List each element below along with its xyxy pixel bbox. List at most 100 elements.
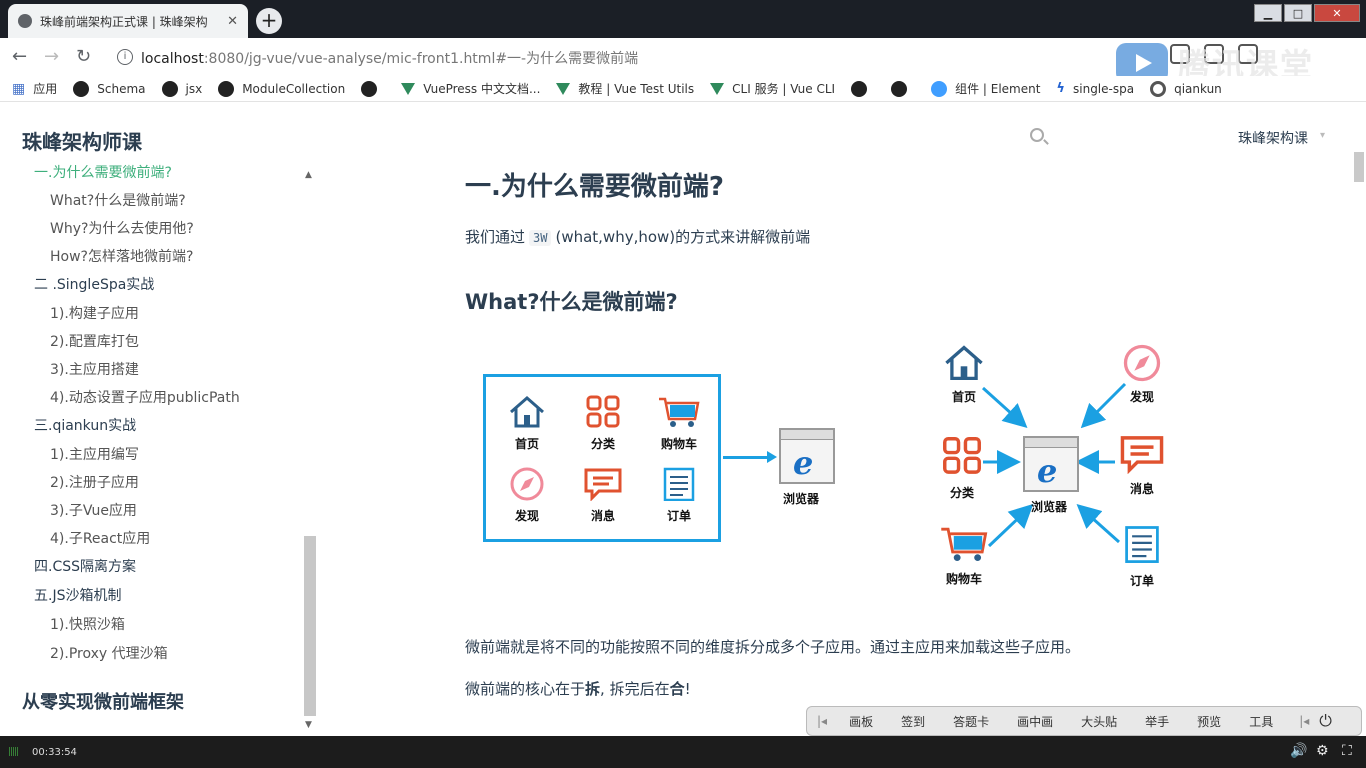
settings-gear-icon[interactable]: ⚙ (1316, 743, 1329, 759)
github-icon (161, 80, 178, 97)
hub-category-item: 分类 (927, 434, 997, 501)
cart-item: 购物车 (644, 395, 714, 452)
bookmark-github[interactable] (361, 80, 385, 97)
bookmark-single-spa[interactable]: ϟ single-spa (1056, 81, 1134, 97)
tool-picture-in-picture[interactable]: 画中画 (1017, 713, 1053, 730)
bookmark-element[interactable]: 组件 | Element (931, 80, 1040, 97)
sidebar-item-css-isolation[interactable]: 四.CSS隔离方案 (34, 556, 136, 576)
browser-tab[interactable]: 珠峰前端架构正式课 | 珠峰架构 ✕ (8, 4, 248, 38)
hub-message-item: 消息 (1107, 434, 1177, 497)
single-spa-icon: ϟ (1056, 80, 1065, 96)
window-controls: ▁ □ ✕ (1254, 4, 1360, 22)
volume-icon[interactable]: 🔊 (1290, 743, 1307, 759)
compass-icon (510, 467, 544, 501)
sidebar-item-js-sandbox[interactable]: 五.JS沙箱机制 (34, 585, 121, 605)
sidebar-item-build-subapp[interactable]: 1).构建子应用 (50, 303, 139, 323)
sidebar-item-lib-bundle[interactable]: 2).配置库打包 (50, 331, 139, 351)
tool-tools[interactable]: 工具 (1249, 713, 1273, 730)
vue-icon (401, 82, 416, 95)
sidebar-item-singlespa[interactable]: 二 .SingleSpa实战 (34, 274, 154, 294)
hub-browser-label: 浏览器 (1031, 500, 1068, 514)
fullscreen-icon[interactable]: ⛶ (1342, 743, 1352, 759)
bookmark-jsx[interactable]: jsx (161, 80, 202, 97)
order-list-icon (1125, 526, 1159, 563)
sidebar-item-why-microfrontend[interactable]: 一.为什么需要微前端? (34, 162, 172, 182)
collapse-toolbar-icon[interactable]: |◂ (817, 714, 827, 728)
shopping-cart-icon (659, 397, 700, 427)
bookmarks-bar: ▦ 应用 Schema jsx ModuleCollection VuePress… (0, 76, 1366, 102)
message-icon (1120, 436, 1164, 475)
grid-category-icon (586, 395, 620, 428)
sidebar-item-why[interactable]: Why?为什么去使用他? (50, 218, 194, 238)
power-icon[interactable]: ⏻ (1319, 711, 1332, 731)
tool-preview[interactable]: 预览 (1197, 713, 1221, 730)
home-icon (945, 345, 983, 381)
shopping-cart-icon (941, 527, 988, 562)
scroll-down-arrow-icon[interactable]: ▼ (305, 720, 312, 730)
core-paragraph: 微前端的核心在于拆, 拆完后在合! (465, 680, 691, 698)
sidebar-item-main-app[interactable]: 3).主应用搭建 (50, 359, 139, 379)
sidebar-item-main-app-write[interactable]: 1).主应用编写 (50, 444, 139, 464)
arrow-to-browser (723, 451, 777, 463)
bookmark-vue-cli[interactable]: CLI 服务 | Vue CLI (710, 80, 835, 97)
apps-grid-icon: ▦ (12, 80, 26, 97)
hub-discover-item: 发现 (1107, 344, 1177, 405)
tool-whiteboard[interactable]: 画板 (849, 713, 873, 730)
sidebar-group-title[interactable]: 从零实现微前端框架 (22, 688, 184, 714)
bookmark-qiankun[interactable]: qiankun (1150, 80, 1222, 97)
sidebar-item-what[interactable]: What?什么是微前端? (50, 190, 186, 210)
sidebar-item-sub-vue[interactable]: 3).子Vue应用 (50, 500, 137, 520)
home-item: 首页 (492, 395, 562, 452)
forward-button[interactable]: → (44, 46, 59, 67)
new-tab-button[interactable]: + (256, 8, 282, 34)
sidebar-scrollbar[interactable] (304, 536, 316, 716)
sidebar-item-register-subapp[interactable]: 2).注册子应用 (50, 472, 139, 492)
intro-paragraph: 我们通过 3W (what,why,how)的方式来讲解微前端 (465, 228, 811, 246)
page-scrollbar[interactable] (1354, 152, 1364, 182)
sidebar-item-proxy-sandbox[interactable]: 2).Proxy 代理沙箱 (50, 643, 168, 663)
reload-button[interactable]: ↻ (76, 46, 91, 67)
browser-icon: e (779, 428, 835, 484)
github-icon (851, 80, 868, 97)
tool-sticker[interactable]: 大头贴 (1081, 713, 1117, 730)
vue-icon (556, 82, 571, 95)
maximize-button[interactable]: □ (1284, 4, 1312, 22)
site-title[interactable]: 珠峰架构师课 (22, 126, 142, 155)
scroll-up-arrow-icon[interactable]: ▲ (305, 170, 312, 180)
monolith-app-box: 首页 分类 购物车 发现 消息 订单 (483, 374, 721, 542)
grid-category-icon (943, 437, 981, 474)
address-bar[interactable]: localhost:8080/jg-vue/vue-analyse/mic-fr… (141, 48, 638, 68)
tool-checkin[interactable]: 签到 (901, 713, 925, 730)
bookmark-apps[interactable]: ▦ 应用 (12, 80, 57, 97)
hub-home-item: 首页 (929, 344, 999, 405)
expand-toolbar-icon[interactable]: |◂ (1299, 714, 1309, 728)
tab-strip: 珠峰前端架构正式课 | 珠峰架构 ✕ + ▁ □ ✕ (0, 0, 1366, 38)
bookmark-modulecollection[interactable]: ModuleCollection (218, 80, 345, 97)
classroom-toolbar: |◂ 画板 签到 答题卡 画中画 大头贴 举手 预览 工具 |◂ ⏻ (806, 706, 1362, 736)
order-list-icon (663, 467, 695, 502)
tool-raise-hand[interactable]: 举手 (1145, 713, 1169, 730)
volume-level-bars: ||||| (8, 747, 19, 757)
bookmark-vuepress[interactable]: VuePress 中文文档... (401, 80, 540, 97)
bookmark-github[interactable] (851, 80, 875, 97)
site-info-icon[interactable]: i (117, 49, 133, 65)
close-window-button[interactable]: ✕ (1314, 4, 1360, 22)
tool-answer-card[interactable]: 答题卡 (953, 713, 989, 730)
minimize-button[interactable]: ▁ (1254, 4, 1282, 22)
bookmark-schema[interactable]: Schema (73, 80, 146, 97)
hub-browser-icon: e (1023, 436, 1079, 492)
sidebar-item-sub-react[interactable]: 4).子React应用 (50, 528, 150, 548)
bookmark-vue-test-utils[interactable]: 教程 | Vue Test Utils (556, 80, 694, 97)
discover-item: 发现 (492, 467, 562, 524)
sidebar-item-snapshot-sandbox[interactable]: 1).快照沙箱 (50, 614, 125, 634)
sidebar-item-publicpath[interactable]: 4).动态设置子应用publicPath (50, 387, 240, 407)
close-tab-icon[interactable]: ✕ (227, 14, 238, 29)
compass-icon (1123, 344, 1161, 382)
github-icon (361, 80, 378, 97)
sidebar-item-qiankun[interactable]: 三.qiankun实战 (34, 415, 136, 435)
bookmark-github[interactable] (891, 80, 915, 97)
back-button[interactable]: ← (12, 46, 27, 67)
sidebar-item-how[interactable]: How?怎样落地微前端? (50, 246, 193, 266)
playback-time: 00:33:54 (32, 747, 77, 758)
heading-what: What?什么是微前端? (465, 290, 678, 314)
